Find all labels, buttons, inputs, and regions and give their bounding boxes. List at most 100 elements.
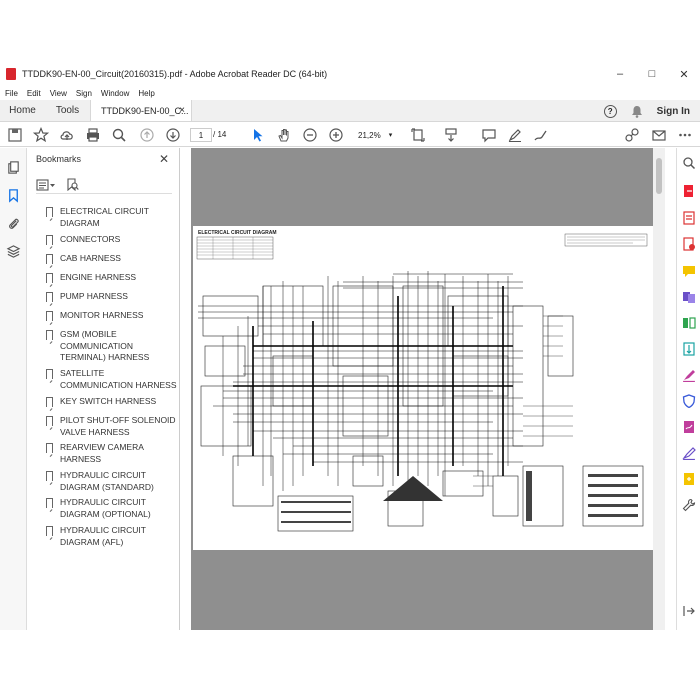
scroll-mode-icon[interactable] <box>443 127 459 143</box>
send-for-signature-icon[interactable] <box>682 420 696 434</box>
collapse-panel-icon[interactable] <box>682 604 696 618</box>
create-pdf-icon[interactable] <box>682 237 696 251</box>
vertical-scrollbar[interactable] <box>653 148 665 630</box>
page-total: / 14 <box>213 130 227 139</box>
page-thumbnails-icon[interactable] <box>6 160 21 175</box>
tab-document[interactable]: TTDDK90-EN-00_C... × <box>90 100 192 121</box>
minimize-button[interactable]: – <box>604 62 636 86</box>
bookmark-label: ELECTRICAL CIRCUIT DIAGRAM <box>60 206 149 228</box>
comment-icon[interactable] <box>481 127 497 143</box>
bookmark-label: CAB HARNESS <box>60 253 121 263</box>
share-file-icon[interactable] <box>682 472 696 486</box>
menu-sign[interactable]: Sign <box>76 89 92 98</box>
maximize-button[interactable]: □ <box>636 62 668 86</box>
attachments-icon[interactable] <box>6 216 21 231</box>
next-page-icon[interactable] <box>165 127 181 143</box>
comment-tool-icon[interactable] <box>682 264 696 278</box>
right-tools-rail <box>676 148 700 630</box>
left-navigation-rail <box>0 148 27 630</box>
save-icon[interactable] <box>7 127 23 143</box>
cloud-upload-icon[interactable] <box>59 127 75 143</box>
close-tab-icon[interactable]: × <box>179 105 185 116</box>
fill-sign-icon[interactable] <box>682 368 696 382</box>
menu-window[interactable]: Window <box>101 89 129 98</box>
menu-bar: File Edit View Sign Window Help <box>0 86 700 100</box>
print-icon[interactable] <box>85 127 101 143</box>
menu-file[interactable]: File <box>5 89 18 98</box>
protect-shield-icon[interactable] <box>682 394 696 408</box>
bookmark-icon <box>46 526 53 536</box>
bookmark-icon <box>46 235 53 245</box>
sign-pen-icon[interactable] <box>682 446 696 460</box>
bookmark-icon <box>46 207 53 217</box>
bookmarks-panel-icon[interactable] <box>6 188 21 203</box>
bookmark-label: HYDRAULIC CIRCUIT DIAGRAM (STANDARD) <box>60 470 154 492</box>
more-tools-icon[interactable] <box>677 127 693 143</box>
pdf-page: ELECTRICAL CIRCUIT DIAGRAM <box>193 226 653 550</box>
bookmark-label: MONITOR HARNESS <box>60 310 144 320</box>
search-tool-icon[interactable] <box>682 156 696 170</box>
find-bookmark-icon[interactable] <box>66 178 79 191</box>
export-pdf-icon[interactable] <box>682 184 696 198</box>
tab-bar: Home Tools TTDDK90-EN-00_C... × ? Sign I… <box>0 100 700 122</box>
document-viewer[interactable]: ELECTRICAL CIRCUIT DIAGRAM <box>191 148 653 630</box>
bookmark-label: CONNECTORS <box>60 234 121 244</box>
compress-pdf-icon[interactable] <box>682 342 696 356</box>
bookmark-icon <box>46 330 53 340</box>
bookmark-icon <box>46 292 53 302</box>
share-link-icon[interactable] <box>624 127 640 143</box>
electrical-circuit-diagram <box>196 233 648 532</box>
bookmark-icon <box>46 498 53 508</box>
organize-pages-icon[interactable] <box>682 316 696 330</box>
tab-home[interactable]: Home <box>0 100 45 121</box>
bookmark-label: SATELLITE COMMUNICATION HARNESS <box>60 368 177 390</box>
zoom-level-dropdown[interactable]: 21,2% ▾ <box>353 128 395 142</box>
window-title: TTDDK90-EN-00_Circuit(20160315).pdf - Ad… <box>22 69 328 79</box>
page-number-input[interactable]: 1 <box>190 128 212 142</box>
edit-pdf-icon[interactable] <box>682 211 696 225</box>
fit-page-icon[interactable] <box>410 127 426 143</box>
bookmark-label: KEY SWITCH HARNESS <box>60 396 157 406</box>
bookmark-icon <box>46 471 53 481</box>
bookmark-label: PUMP HARNESS <box>60 291 128 301</box>
bookmark-icon <box>46 311 53 321</box>
bell-icon[interactable] <box>631 105 643 118</box>
hand-tool-icon[interactable] <box>276 127 292 143</box>
star-icon[interactable] <box>33 127 49 143</box>
bookmark-label: GSM (MOBILE COMMUNICATION TERMINAL) HARN… <box>60 329 150 362</box>
help-icon[interactable]: ? <box>603 104 617 118</box>
tab-tools[interactable]: Tools <box>45 100 90 121</box>
window-controls: – □ ✕ <box>604 62 700 86</box>
close-window-button[interactable]: ✕ <box>668 62 700 86</box>
menu-edit[interactable]: Edit <box>27 89 41 98</box>
bookmark-label: REARVIEW CAMERA HARNESS <box>60 442 144 464</box>
zoom-search-icon[interactable] <box>111 127 127 143</box>
close-bookmarks-icon[interactable]: ✕ <box>159 152 169 166</box>
bookmark-label: ENGINE HARNESS <box>60 272 137 282</box>
bookmarks-panel: Bookmarks ✕ ELECTRICAL CIRCUIT DIAGRAM C… <box>28 148 180 630</box>
zoom-level-value: 21,2% <box>358 130 381 140</box>
select-cursor-icon[interactable] <box>250 127 266 143</box>
zoom-out-icon[interactable] <box>302 127 318 143</box>
bookmark-label: PILOT SHUT-OFF SOLENOID VALVE HARNESS <box>60 415 176 437</box>
bookmark-label: HYDRAULIC CIRCUIT DIAGRAM (OPTIONAL) <box>60 497 151 519</box>
sign-in-button[interactable]: Sign In <box>657 106 690 117</box>
bookmarks-toolbar <box>36 176 172 194</box>
email-icon[interactable] <box>651 127 667 143</box>
previous-page-icon[interactable] <box>139 127 155 143</box>
bookmark-icon <box>46 443 53 453</box>
bookmarks-title: Bookmarks <box>36 154 82 164</box>
menu-help[interactable]: Help <box>138 89 154 98</box>
draw-signature-icon[interactable] <box>533 127 549 143</box>
layers-icon[interactable] <box>6 244 21 259</box>
combine-files-icon[interactable] <box>682 290 696 304</box>
highlight-pen-icon[interactable] <box>507 127 523 143</box>
scrollbar-thumb[interactable] <box>656 158 662 194</box>
zoom-in-icon[interactable] <box>328 127 344 143</box>
bookmark-icon <box>46 254 53 264</box>
menu-view[interactable]: View <box>50 89 67 98</box>
bookmark-label: HYDRAULIC CIRCUIT DIAGRAM (AFL) <box>60 525 146 547</box>
bookmark-options-icon[interactable] <box>36 178 56 191</box>
main-toolbar: 1 / 14 21,2% ▾ <box>0 123 700 147</box>
more-tools-wrench-icon[interactable] <box>682 498 696 512</box>
